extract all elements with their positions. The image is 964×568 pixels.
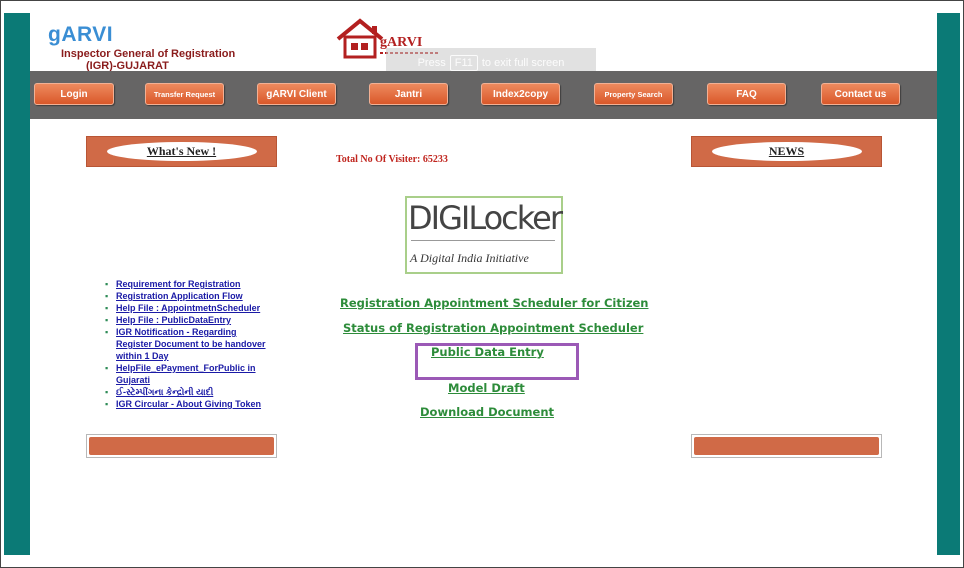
nav-index2copy-button[interactable]: Index2copy (481, 83, 560, 105)
left-teal-border (4, 13, 30, 555)
nav-login-button[interactable]: Login (34, 83, 114, 105)
toast-prefix: Press (417, 57, 446, 69)
nav-property-search-button[interactable]: Property Search (594, 83, 673, 105)
list-item: Registration Application Flow (104, 290, 270, 302)
toast-suffix: to exit full screen (481, 57, 565, 69)
list-item: Help File : PublicDataEntry (104, 314, 270, 326)
whats-new-title: What's New ! (106, 142, 257, 161)
main-navbar: Login Transfer Request gARVI Client Jant… (30, 71, 937, 119)
digilocker-title: DIGILocker (408, 199, 563, 237)
whats-new-link[interactable]: IGR Notification - Regarding Register Do… (116, 327, 266, 361)
highlight-box (415, 343, 579, 380)
list-item: Requirement for Registration (104, 278, 270, 290)
whats-new-link[interactable]: Registration Application Flow (116, 291, 243, 301)
appointment-scheduler-link[interactable]: Registration Appointment Scheduler for C… (340, 296, 649, 310)
list-item: HelpFile_ePayment_ForPublic in Gujarati (104, 362, 270, 386)
brand-subtitle-line1: Inspector General of Registration (61, 48, 236, 60)
news-title: NEWS (711, 142, 862, 161)
digilocker-tagline: A Digital India Initiative (410, 251, 529, 265)
download-document-link[interactable]: Download Document (420, 405, 554, 419)
screenshot-frame: gARVI Inspector General of Registration … (0, 0, 964, 568)
news-header: NEWS (691, 136, 882, 167)
digilocker-banner[interactable]: DIGILocker A Digital India Initiative (405, 196, 563, 274)
right-teal-border (934, 13, 960, 555)
news-footer (691, 434, 882, 458)
whats-new-footer (86, 434, 277, 458)
whats-new-link[interactable]: ઈ-સ્ટેમ્પીંગના કેન્દ્રોની યાદી (116, 387, 213, 397)
nav-transfer-request-button[interactable]: Transfer Request (145, 83, 224, 105)
whats-new-link[interactable]: Requirement for Registration (116, 279, 241, 289)
whats-new-link[interactable]: IGR Circular - About Giving Token (116, 399, 261, 409)
page-content: gARVI Inspector General of Registration … (30, 13, 937, 559)
visitor-count: Total No Of Visiter: 65233 (336, 154, 448, 165)
whats-new-header: What's New ! (86, 136, 277, 167)
whats-new-link[interactable]: Help File : PublicDataEntry (116, 315, 231, 325)
whats-new-list: Requirement for Registration Registratio… (104, 278, 270, 410)
digilocker-divider (411, 240, 555, 241)
news-footer-bar (694, 437, 879, 455)
whats-new-link[interactable]: HelpFile_ePayment_ForPublic in Gujarati (116, 363, 256, 385)
list-item: IGR Notification - Regarding Register Do… (104, 326, 270, 362)
nav-jantri-button[interactable]: Jantri (369, 83, 448, 105)
list-item: Help File : AppointmetnScheduler (104, 302, 270, 314)
list-item: ઈ-સ્ટેમ્પીંગના કેન્દ્રોની યાદી (104, 386, 270, 398)
brand-block: gARVI Inspector General of Registration … (48, 23, 235, 72)
nav-faq-button[interactable]: FAQ (707, 83, 786, 105)
model-draft-link[interactable]: Model Draft (448, 381, 525, 395)
whats-new-link[interactable]: Help File : AppointmetnScheduler (116, 303, 260, 313)
nav-garvi-client-button[interactable]: gARVI Client (257, 83, 336, 105)
brand-title: gARVI (48, 23, 114, 46)
appointment-status-link[interactable]: Status of Registration Appointment Sched… (343, 321, 643, 335)
nav-contact-us-button[interactable]: Contact us (821, 83, 900, 105)
toast-key: F11 (449, 55, 478, 71)
whats-new-footer-bar (89, 437, 274, 455)
list-item: IGR Circular - About Giving Token (104, 398, 270, 410)
